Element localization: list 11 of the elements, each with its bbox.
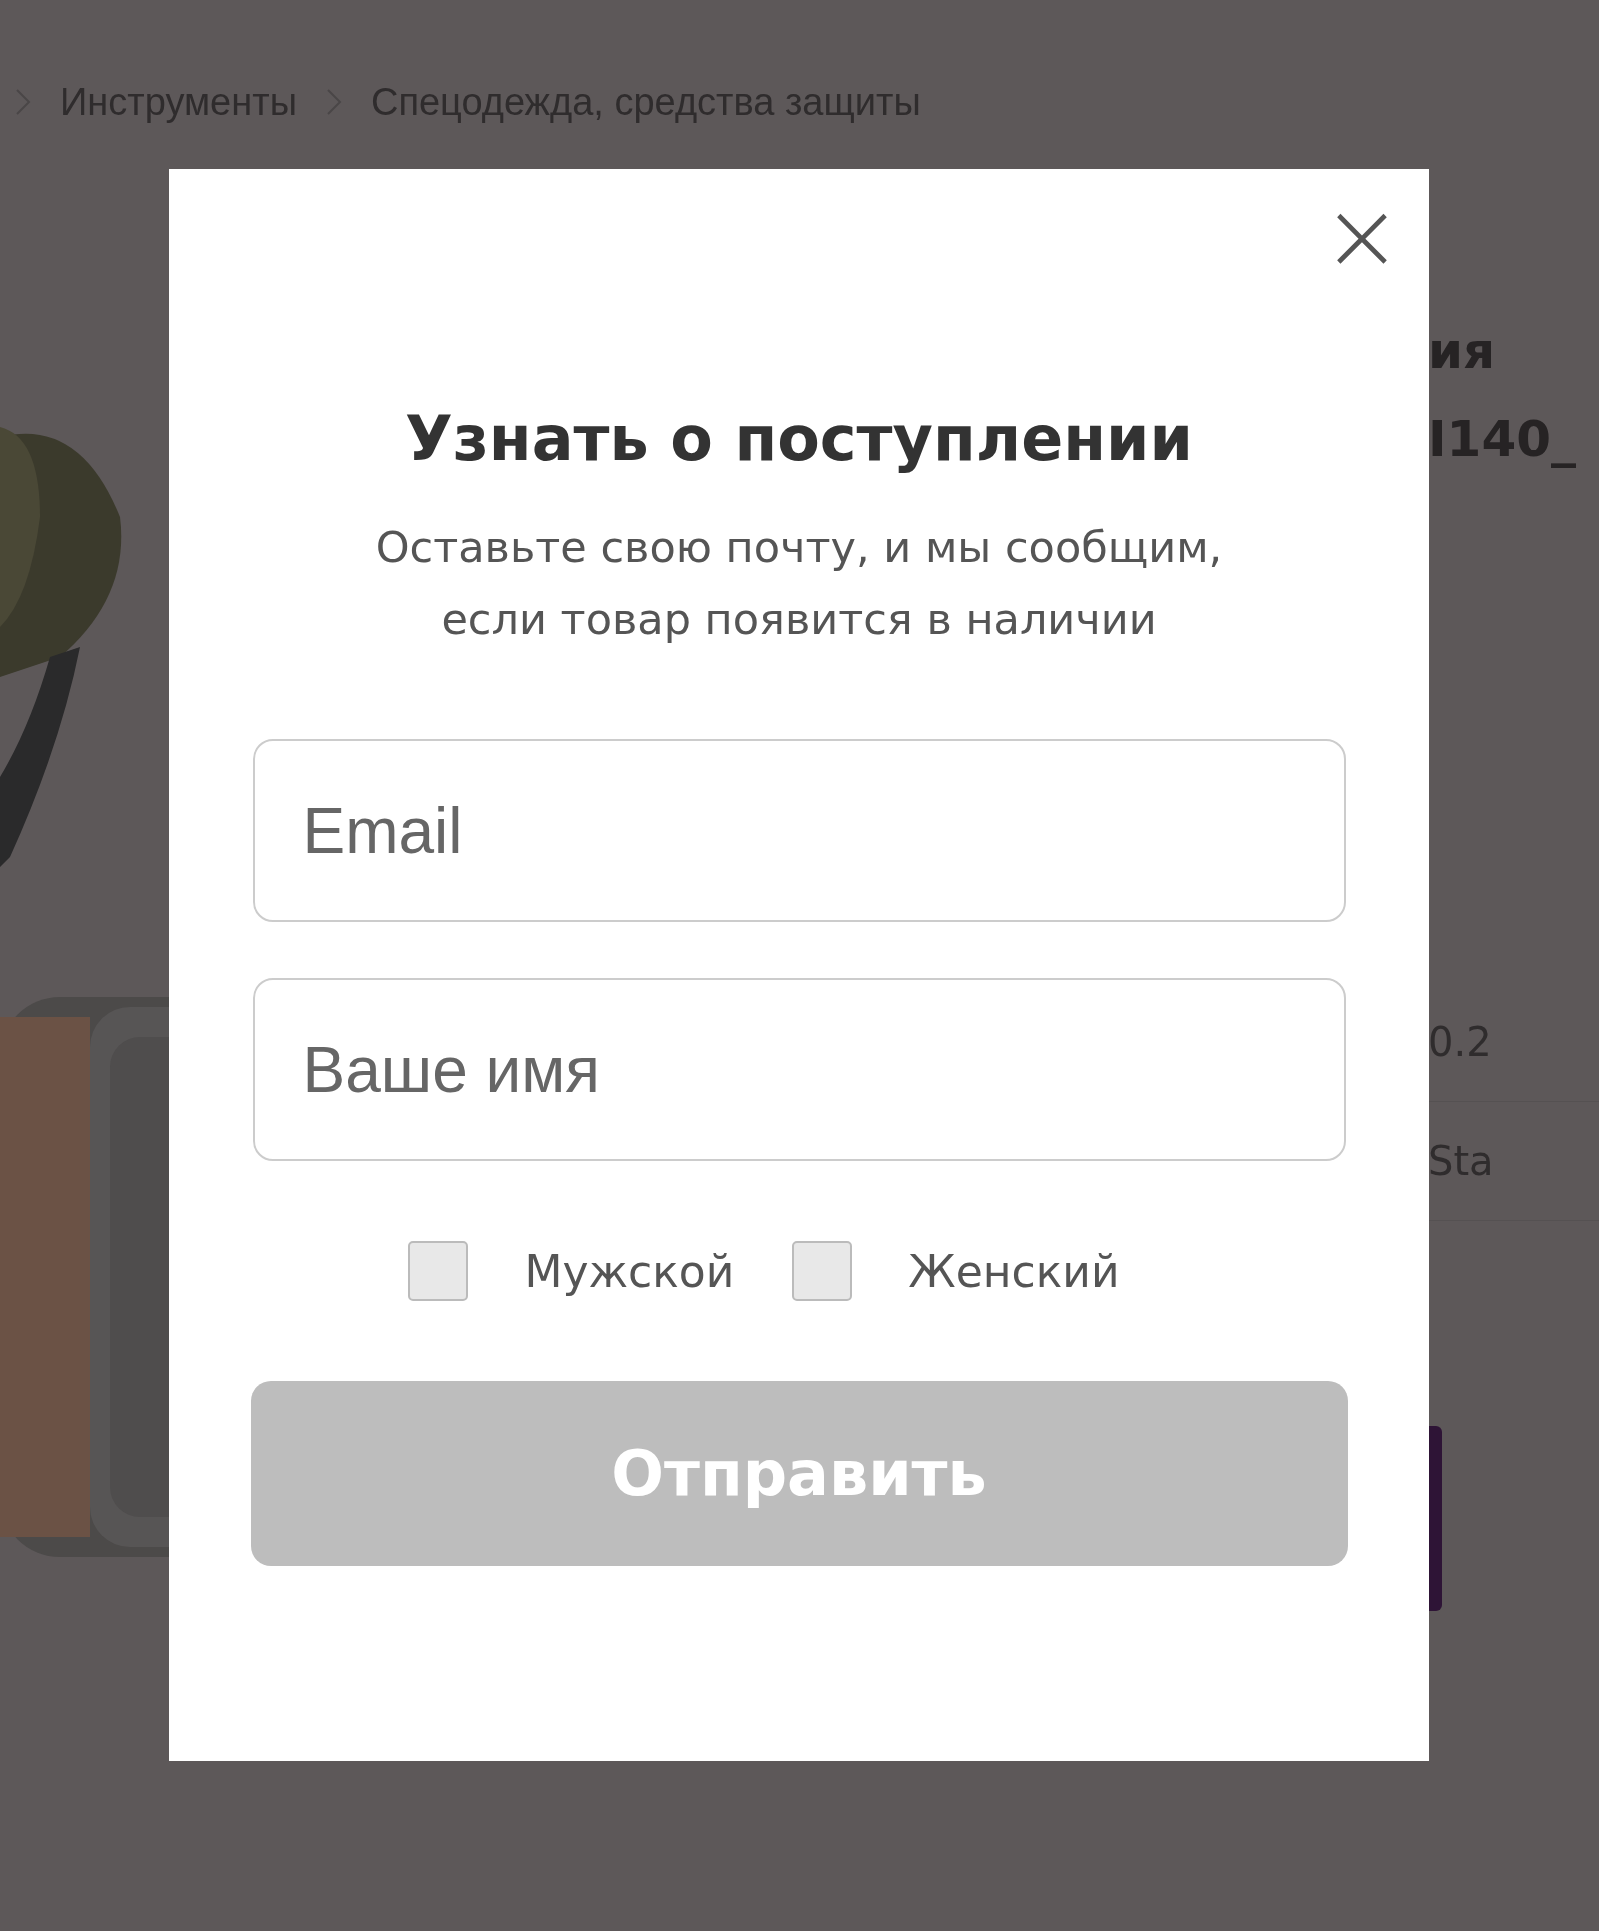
modal-subtitle: Оставьте свою почту, и мы сообщим, если товар появится в наличии	[374, 521, 1224, 646]
product-title-fragment: ия	[1428, 321, 1497, 382]
product-title-fragment: I140_	[1428, 409, 1577, 470]
input-field[interactable]: Ваше имя	[252, 978, 1346, 1161]
checkbox[interactable]	[408, 1241, 469, 1301]
checkbox-label: Женский	[908, 1245, 1120, 1297]
checkbox[interactable]	[792, 1241, 853, 1301]
modal-title: Узнать о поступлении	[405, 401, 1193, 477]
input-field[interactable]: Email	[252, 739, 1346, 922]
close-button[interactable]: ×	[1317, 191, 1407, 281]
checkbox-label: Мужской	[524, 1245, 735, 1297]
